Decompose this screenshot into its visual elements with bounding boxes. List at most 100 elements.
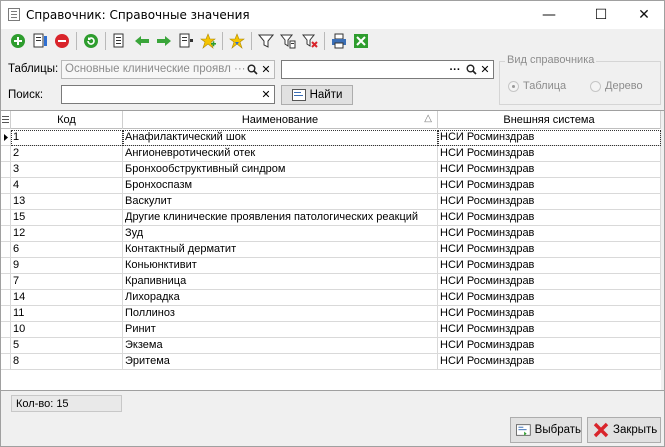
table-row[interactable]: 4 Бронхоспазм НСИ Росминздрав [1, 178, 664, 194]
maximize-button[interactable]: ☐ [578, 1, 624, 29]
close-button[interactable]: Закрыть [587, 417, 661, 443]
view-radio-table-label: Таблица [523, 80, 567, 92]
table-row[interactable]: 11 Поллиноз НСИ Росминздрав [1, 306, 664, 322]
close-window-button[interactable]: ✕ [621, 1, 665, 29]
column-header-code[interactable]: Код [11, 111, 123, 129]
record-count: Кол-во: 15 [11, 395, 122, 412]
favorite-button[interactable] [226, 30, 248, 52]
title-bar[interactable]: Справочник: Справочные значения — ☐ ✕ [1, 1, 664, 29]
table-row[interactable]: 13 Васкулит НСИ Росминздрав [1, 194, 664, 210]
select-button-label: Выбрать [534, 424, 581, 436]
cell-name: Зуд [123, 226, 438, 242]
row-indicator[interactable] [1, 306, 11, 322]
select-button[interactable]: Выбрать [510, 417, 582, 443]
data-grid[interactable]: Код Наименование △ Внешняя система 1 Анаф… [1, 110, 664, 391]
table-row[interactable]: 2 Ангионевротический отек НСИ Росминздрав [1, 146, 664, 162]
row-indicator[interactable] [1, 162, 11, 178]
column-header-name[interactable]: Наименование △ [123, 111, 438, 129]
edit-button[interactable] [29, 30, 51, 52]
clear-icon[interactable]: ✕ [259, 87, 273, 102]
cell-system: НСИ Росминздрав [438, 210, 661, 226]
row-indicator[interactable] [1, 258, 11, 274]
cell-name: Ангионевротический отек [123, 146, 438, 162]
filter-edit-button[interactable] [277, 30, 299, 52]
row-indicator[interactable] [1, 354, 11, 370]
add-favorite-button[interactable] [197, 30, 219, 52]
find-button[interactable]: Найти [281, 85, 353, 105]
row-indicator[interactable] [1, 322, 11, 338]
row-indicator[interactable] [1, 338, 11, 354]
cell-code: 5 [11, 338, 123, 354]
table-row[interactable]: 14 Лихорадка НСИ Росминздрав [1, 290, 664, 306]
edit-icon [33, 33, 47, 48]
cell-code: 7 [11, 274, 123, 290]
grid-options-icon[interactable] [1, 111, 11, 129]
toolbar-separator [222, 32, 223, 50]
tables-field[interactable]: Основные клинические проявл ··· ✕ [61, 60, 275, 79]
print-button[interactable] [328, 30, 350, 52]
refresh-icon [84, 34, 98, 48]
select-icon [516, 424, 531, 436]
copy-button[interactable] [109, 30, 131, 52]
toolbar-separator [324, 32, 325, 50]
delete-button[interactable] [51, 30, 73, 52]
cell-name: Анафилактический шок [123, 130, 438, 146]
filter-clear-button[interactable] [299, 30, 321, 52]
cell-system: НСИ Росминздрав [438, 290, 661, 306]
cell-system: НСИ Росминздрав [438, 338, 661, 354]
paste-button[interactable] [175, 30, 197, 52]
grid-scrollbar[interactable] [661, 111, 664, 390]
filter-button[interactable] [255, 30, 277, 52]
table-lookup-field[interactable]: ··· ✕ [281, 60, 494, 79]
cell-code: 9 [11, 258, 123, 274]
row-indicator-icon[interactable] [1, 130, 11, 146]
excel-export-button[interactable] [350, 30, 372, 52]
move-left-button[interactable] [131, 30, 153, 52]
cell-name: Другие клинические проявления патологиче… [123, 210, 438, 226]
search-icon[interactable] [245, 62, 259, 77]
table-row[interactable]: 9 Коньюнктивит НСИ Росминздрав [1, 258, 664, 274]
row-indicator[interactable] [1, 178, 11, 194]
filter-edit-icon [280, 34, 296, 49]
refresh-button[interactable] [80, 30, 102, 52]
move-right-button[interactable] [153, 30, 175, 52]
arrow-right-icon [157, 36, 171, 46]
column-header-system[interactable]: Внешняя система [438, 111, 661, 129]
row-indicator[interactable] [1, 274, 11, 290]
find-icon [291, 89, 306, 101]
table-row[interactable]: 8 Эритема НСИ Росминздрав [1, 354, 664, 370]
view-radio-tree[interactable]: Дерево [590, 80, 643, 92]
table-row[interactable]: 6 Контактный дерматит НСИ Росминздрав [1, 242, 664, 258]
table-row[interactable]: 3 Бронхообструктивный синдром НСИ Росминзд… [1, 162, 664, 178]
minimize-button[interactable]: — [526, 1, 572, 29]
cell-system: НСИ Росминздрав [438, 146, 661, 162]
cell-code: 3 [11, 162, 123, 178]
cell-system: НСИ Росминздрав [438, 258, 661, 274]
cell-code: 10 [11, 322, 123, 338]
table-row[interactable]: 5 Экзема НСИ Росминздрав [1, 338, 664, 354]
row-indicator[interactable] [1, 194, 11, 210]
row-indicator[interactable] [1, 242, 11, 258]
row-indicator[interactable] [1, 226, 11, 242]
row-indicator[interactable] [1, 290, 11, 306]
table-row[interactable]: 12 Зуд НСИ Росминздрав [1, 226, 664, 242]
search-icon[interactable] [464, 62, 478, 77]
add-button[interactable] [7, 30, 29, 52]
cell-system: НСИ Росминздрав [438, 242, 661, 258]
clear-icon[interactable]: ✕ [259, 62, 273, 77]
table-row[interactable]: 10 Ринит НСИ Росминздрав [1, 322, 664, 338]
table-row[interactable]: 7 Крапивница НСИ Росминздрав [1, 274, 664, 290]
more-icon[interactable]: ··· [448, 62, 462, 77]
view-radio-table[interactable]: Таблица [508, 80, 566, 92]
table-row[interactable]: 15 Другие клинические проявления патологи… [1, 210, 664, 226]
cell-system: НСИ Росминздрав [438, 354, 661, 370]
table-row[interactable]: 1 Анафилактический шок НСИ Росминздрав [1, 130, 664, 146]
search-input[interactable]: ✕ [61, 85, 275, 104]
row-indicator[interactable] [1, 210, 11, 226]
copy-icon [113, 33, 124, 48]
toolbar-separator [251, 32, 252, 50]
row-indicator[interactable] [1, 146, 11, 162]
add-icon [11, 34, 25, 48]
print-icon [332, 33, 346, 49]
clear-icon[interactable]: ✕ [478, 62, 492, 77]
